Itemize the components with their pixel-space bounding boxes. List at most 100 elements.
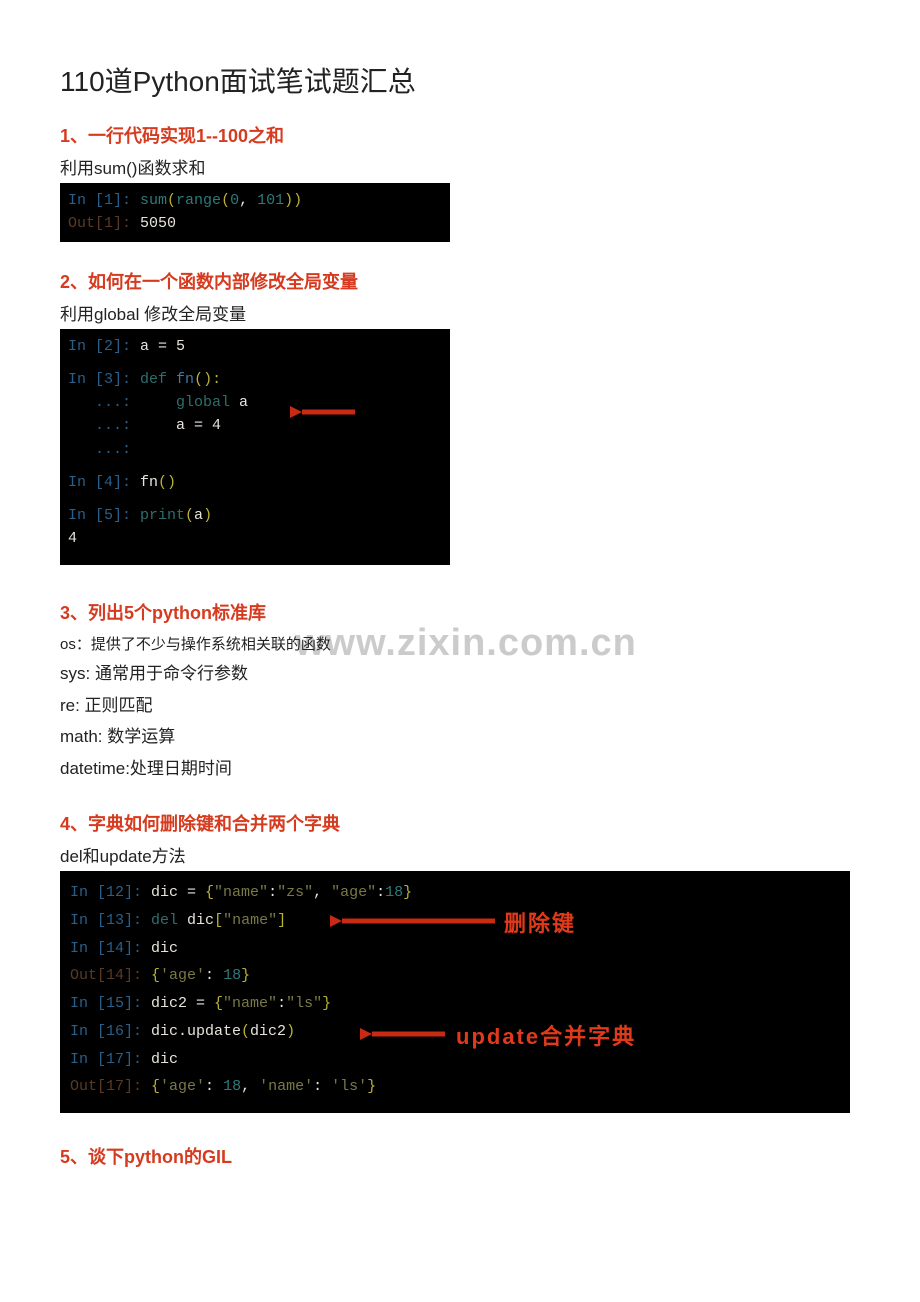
code-paren: ) xyxy=(203,507,212,524)
code-prompt-in: In [17]: xyxy=(70,1051,151,1068)
code-colon: : xyxy=(313,1078,331,1095)
code-bracket: ] xyxy=(277,912,286,929)
code-text: a xyxy=(230,394,248,411)
code-ident: dic.update xyxy=(151,1023,241,1040)
code-prompt-in: In [13]: xyxy=(70,912,151,929)
q3-line-datetime: datetime:处理日期时间 xyxy=(60,753,860,784)
code-text: a xyxy=(194,507,203,524)
question-3: 3、列出5个python标准库 os：提供了不少与操作系统相关联的函数 sys:… xyxy=(60,599,860,785)
code-ident: dic xyxy=(187,912,214,929)
code-output: 4 xyxy=(68,530,77,547)
code-prompt-in: In [12]: xyxy=(70,884,151,901)
code-num: 18 xyxy=(385,884,403,901)
code-colon: : xyxy=(205,967,223,984)
code-fn-range: range xyxy=(176,192,221,209)
code-ident: fn xyxy=(176,371,194,388)
code-paren: ) xyxy=(284,192,293,209)
code-text: a = 5 xyxy=(140,338,185,355)
q4-heading: 4、字典如何删除键和合并两个字典 xyxy=(60,810,860,836)
code-ident: dic2 xyxy=(250,1023,286,1040)
code-brace: } xyxy=(241,967,250,984)
code-cont: ...: xyxy=(68,394,176,411)
code-str: "name" xyxy=(223,995,277,1012)
code-ident: fn xyxy=(140,474,158,491)
code-cont: ...: xyxy=(68,441,131,458)
q2-code: In [2]: a = 5 In [3]: def fn(): ...: glo… xyxy=(60,329,450,565)
code-output: 5050 xyxy=(140,215,176,232)
q3-heading: 3、列出5个python标准库 xyxy=(60,599,860,625)
code-brace: } xyxy=(367,1078,376,1095)
q1-note: 利用sum()函数求和 xyxy=(60,154,860,179)
code-paren: (): xyxy=(194,371,221,388)
code-str: 'age' xyxy=(160,1078,205,1095)
code-num: 101 xyxy=(257,192,284,209)
question-5: 5、谈下python的GIL xyxy=(60,1143,860,1169)
code-brace: { xyxy=(214,995,223,1012)
code-fn-sum: sum xyxy=(140,192,167,209)
code-paren: ( xyxy=(167,192,176,209)
code-paren: ( xyxy=(241,1023,250,1040)
code-brace: } xyxy=(322,995,331,1012)
code-text: dic2 = xyxy=(151,995,214,1012)
q3-line-re: re: 正则匹配 xyxy=(60,690,860,721)
code-str: "age" xyxy=(331,884,376,901)
code-text: a = 4 xyxy=(176,417,221,434)
code-paren: ) xyxy=(286,1023,295,1040)
annotation-update-merge: update合并字典 xyxy=(456,1019,636,1051)
q2-heading: 2、如何在一个函数内部修改全局变量 xyxy=(60,268,860,294)
code-brace: { xyxy=(205,884,214,901)
code-str: 'name' xyxy=(259,1078,313,1095)
code-sp xyxy=(167,371,176,388)
q1-heading: 1、一行代码实现1--100之和 xyxy=(60,122,860,148)
code-brace: { xyxy=(151,967,160,984)
code-kw-def: def xyxy=(140,371,167,388)
code-prompt-in: In [1]: xyxy=(68,192,140,209)
annotation-delete-key: 删除键 xyxy=(504,906,576,938)
code-prompt-out: Out[17]: xyxy=(70,1078,151,1095)
code-prompt-out: Out[14]: xyxy=(70,967,151,984)
code-sp xyxy=(178,912,187,929)
code-paren: ( xyxy=(221,192,230,209)
code-str: "zs" xyxy=(277,884,313,901)
code-str: "name" xyxy=(214,884,268,901)
q1-code: In [1]: sum(range(0, 101)) Out[1]: 5050 xyxy=(60,183,450,242)
code-colon: : xyxy=(268,884,277,901)
question-1: 1、一行代码实现1--100之和 利用sum()函数求和 In [1]: sum… xyxy=(60,122,860,242)
code-comma: , xyxy=(241,1078,259,1095)
code-prompt-in: In [3]: xyxy=(68,371,140,388)
q2-note: 利用global 修改全局变量 xyxy=(60,300,860,325)
code-colon: : xyxy=(376,884,385,901)
code-fn-print: print xyxy=(140,507,185,524)
q4-note: del和update方法 xyxy=(60,842,860,867)
code-comma: , xyxy=(313,884,331,901)
q3-line-math: math: 数学运算 xyxy=(60,721,860,752)
code-prompt-in: In [16]: xyxy=(70,1023,151,1040)
code-str: "ls" xyxy=(286,995,322,1012)
question-2: 2、如何在一个函数内部修改全局变量 利用global 修改全局变量 In [2]… xyxy=(60,268,860,565)
question-4: 4、字典如何删除键和合并两个字典 del和update方法 In [12]: d… xyxy=(60,810,860,1113)
code-num: 0 xyxy=(230,192,239,209)
code-kw-del: del xyxy=(151,912,178,929)
q5-heading: 5、谈下python的GIL xyxy=(60,1143,860,1169)
code-text: dic = xyxy=(151,884,205,901)
code-kw-global: global xyxy=(176,394,230,411)
code-num: 18 xyxy=(223,967,241,984)
code-paren: () xyxy=(158,474,176,491)
document-title: 110道Python面试笔试题汇总 xyxy=(60,60,860,100)
code-prompt-in: In [15]: xyxy=(70,995,151,1012)
code-prompt-in: In [4]: xyxy=(68,474,140,491)
code-cont: ...: xyxy=(68,417,176,434)
code-str: "name" xyxy=(223,912,277,929)
q4-code: In [12]: dic = {"name":"zs", "age":18} I… xyxy=(60,871,850,1113)
code-colon: : xyxy=(277,995,286,1012)
code-brace: { xyxy=(151,1078,160,1095)
code-prompt-in: In [2]: xyxy=(68,338,140,355)
code-str: 'ls' xyxy=(331,1078,367,1095)
code-ident: dic xyxy=(151,940,178,957)
q3-line-sys: sys: 通常用于命令行参数 xyxy=(60,658,860,689)
code-prompt-in: In [14]: xyxy=(70,940,151,957)
q3-line-os: os：提供了不少与操作系统相关联的函数 xyxy=(60,631,860,659)
code-num: 18 xyxy=(223,1078,241,1095)
code-prompt-out: Out[1]: xyxy=(68,215,140,232)
code-str: 'age' xyxy=(160,967,205,984)
